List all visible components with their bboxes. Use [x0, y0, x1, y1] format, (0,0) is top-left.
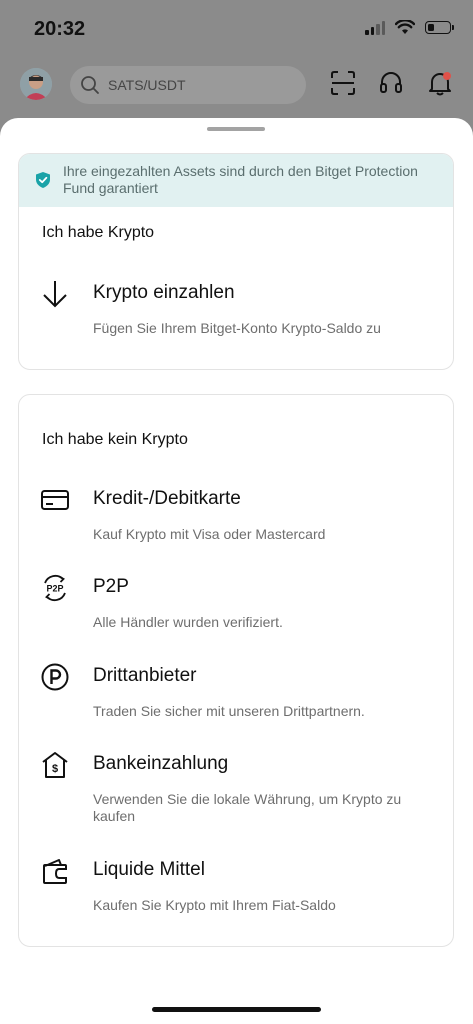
option-description: Kauf Krypto mit Visa oder Mastercard: [93, 526, 326, 542]
wallet-icon: [40, 856, 70, 886]
search-icon: [81, 76, 99, 94]
option-title: Drittanbieter: [93, 665, 197, 686]
status-time: 20:32: [34, 18, 86, 40]
protection-fund-banner: Ihre eingezahlten Assets sind durch den …: [19, 154, 453, 207]
option-title: Liquide Mittel: [93, 859, 205, 880]
arrow-down-icon: [40, 279, 70, 309]
bank-icon-text: $: [52, 763, 58, 775]
no-crypto-card: Ich habe kein Krypto Kredit-/Debitkarte …: [18, 394, 454, 947]
option-title: Kredit-/Debitkarte: [93, 488, 241, 509]
user-avatar-icon: [20, 68, 52, 100]
banner-text: Ihre eingezahlten Assets sind durch den …: [63, 163, 418, 196]
status-bar: 20:32: [0, 0, 473, 58]
sheet-drag-handle[interactable]: [207, 127, 265, 131]
home-indicator: [152, 1007, 321, 1012]
search-bar[interactable]: SATS/USDT: [70, 66, 306, 104]
scan-icon[interactable]: [330, 70, 356, 96]
option-description: Alle Händler wurden verifiziert.: [93, 614, 283, 630]
headset-support-icon[interactable]: [378, 70, 404, 96]
bell-notification-icon[interactable]: [427, 70, 453, 96]
has-crypto-card: Ihre eingezahlten Assets sind durch den …: [18, 153, 454, 370]
app-header: SATS/USDT: [0, 62, 473, 108]
option-title: P2P: [93, 576, 129, 597]
cellular-signal-icon: [365, 20, 385, 35]
option-title: Krypto einzahlen: [93, 282, 235, 303]
option-title: Bankeinzahlung: [93, 753, 229, 774]
p2p-icon: P2P: [40, 573, 70, 603]
section-title-no-crypto: Ich habe kein Krypto: [42, 431, 188, 448]
p2p-icon-text: P2P: [46, 584, 63, 594]
option-description: Verwenden Sie die lokale Währung, um Kry…: [93, 791, 402, 824]
bank-icon: $: [40, 750, 70, 780]
battery-icon: [425, 21, 454, 34]
credit-card-icon: [40, 485, 70, 515]
option-description: Kaufen Sie Krypto mit Ihrem Fiat-Saldo: [93, 897, 336, 913]
wifi-icon: [395, 20, 415, 34]
section-title-has-crypto: Ich habe Krypto: [42, 224, 155, 241]
third-party-icon: [40, 662, 70, 692]
status-icons: [365, 20, 454, 35]
battery-level: [428, 24, 434, 31]
avatar[interactable]: [20, 68, 52, 100]
shield-check-icon: [36, 172, 50, 188]
option-description: Traden Sie sicher mit unseren Drittpartn…: [93, 703, 365, 719]
deposit-bottom-sheet: Ihre eingezahlten Assets sind durch den …: [0, 118, 473, 1024]
search-placeholder: SATS/USDT: [108, 77, 186, 93]
option-description: Fügen Sie Ihrem Bitget-Konto Krypto-Sald…: [93, 320, 381, 336]
